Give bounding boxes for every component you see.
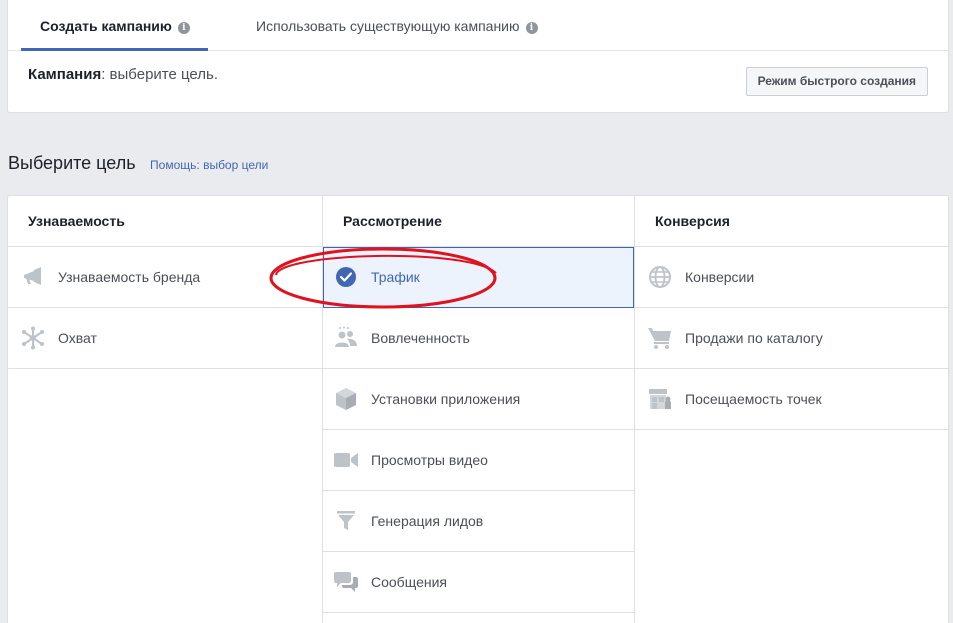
tab-create-label: Создать кампанию: [40, 18, 172, 34]
reach-icon: [21, 326, 45, 350]
tab-existing-label: Использовать существующую кампанию: [256, 18, 520, 34]
campaign-status: Кампания: выберите цель.: [28, 66, 218, 83]
objective-label: Генерация лидов: [371, 513, 484, 529]
objective-label: Вовлеченность: [371, 330, 470, 346]
objective-header: Выберите цель Помощь: выбор цели: [8, 153, 268, 174]
column-consideration: Рассмотрение Трафик Вовлеченность Устано…: [322, 196, 635, 623]
funnel-icon: [334, 509, 358, 533]
info-icon[interactable]: i: [525, 22, 538, 34]
objective-video-views[interactable]: Просмотры видео: [323, 430, 634, 491]
objective-label: Установки приложения: [371, 391, 521, 407]
check-circle-icon: [334, 265, 358, 289]
column-header: Конверсия: [635, 196, 948, 247]
column-conversion: Конверсия Конверсии Продажи по каталогу …: [635, 196, 948, 623]
globe-icon: [648, 265, 672, 289]
objective-lead-generation[interactable]: Генерация лидов: [323, 491, 634, 552]
quick-creation-mode-button[interactable]: Режим быстрого создания: [745, 67, 928, 96]
objective-label: Конверсии: [685, 269, 755, 285]
tab-bar: Создать кампанию i Использовать существую…: [8, 0, 948, 51]
column-header: Узнаваемость: [8, 196, 322, 247]
objective-traffic[interactable]: Трафик: [323, 247, 634, 308]
chat-bubbles-icon: [334, 570, 358, 594]
objective-conversions[interactable]: Конверсии: [635, 247, 948, 308]
objective-app-installs[interactable]: Установки приложения: [323, 369, 634, 430]
campaign-hint: : выберите цель.: [101, 66, 219, 83]
objective-label: Узнаваемость бренда: [58, 269, 201, 285]
info-icon[interactable]: i: [177, 22, 190, 34]
tab-create-campaign[interactable]: Создать кампанию i: [21, 0, 208, 51]
objective-catalog-sales[interactable]: Продажи по каталогу: [635, 308, 948, 369]
campaign-card: Создать кампанию i Использовать существую…: [7, 0, 949, 113]
column-header: Рассмотрение: [323, 196, 634, 247]
video-camera-icon: [334, 448, 358, 472]
objective-label: Продажи по каталогу: [685, 330, 823, 346]
objective-title: Выберите цель: [8, 153, 136, 173]
objective-messages[interactable]: Сообщения: [323, 552, 634, 613]
objective-label: Просмотры видео: [371, 452, 488, 468]
objective-reach[interactable]: Охват: [8, 308, 322, 369]
people-icon: [334, 326, 358, 350]
objective-help-link[interactable]: Помощь: выбор цели: [150, 158, 268, 172]
objective-label: Охват: [58, 330, 97, 346]
box-icon: [334, 387, 358, 411]
objective-store-visits[interactable]: Посещаемость точек: [635, 369, 948, 430]
objective-label: Посещаемость точек: [685, 391, 822, 407]
objective-brand-awareness[interactable]: Узнаваемость бренда: [8, 247, 322, 308]
shopping-cart-icon: [648, 326, 672, 350]
tab-use-existing-campaign[interactable]: Использовать существующую кампанию i: [256, 0, 538, 51]
objective-engagement[interactable]: Вовлеченность: [323, 308, 634, 369]
campaign-label: Кампания: [28, 66, 102, 83]
column-awareness: Узнаваемость Узнаваемость бренда Охват: [8, 196, 322, 623]
objective-label: Трафик: [371, 269, 420, 285]
megaphone-icon: [21, 265, 45, 289]
objective-label: Сообщения: [371, 574, 447, 590]
store-icon: [648, 387, 672, 411]
objective-grid: Узнаваемость Узнаваемость бренда Охват Р…: [7, 195, 949, 623]
